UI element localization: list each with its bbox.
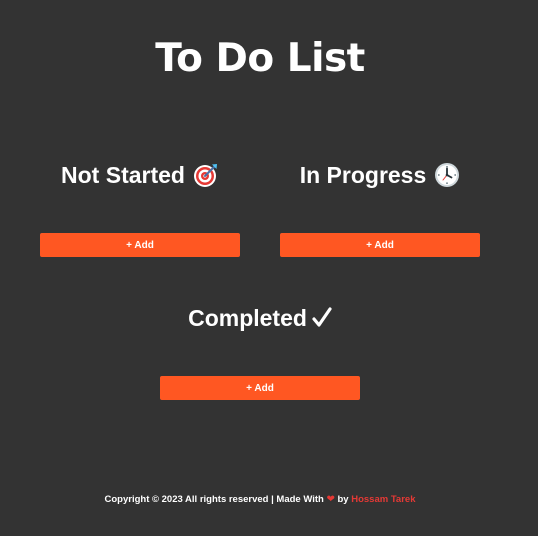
footer-by: by xyxy=(337,494,349,505)
footer-copyright: Copyright © 2023 All rights reserved | M… xyxy=(104,494,324,505)
column-heading-in-progress: In Progress xyxy=(280,158,480,192)
column-completed: Completed + Add xyxy=(160,301,360,400)
column-heading-completed: Completed xyxy=(160,301,360,335)
heart-icon: ❤ xyxy=(326,494,335,505)
checkmark-icon xyxy=(312,306,332,330)
add-button-in-progress[interactable]: + Add xyxy=(280,233,480,257)
add-button-not-started[interactable]: + Add xyxy=(40,233,240,257)
dart-target-icon xyxy=(193,162,219,188)
author-link[interactable]: Hossam Tarek xyxy=(351,494,415,505)
page-title: To Do List xyxy=(155,36,365,81)
add-button-completed[interactable]: + Add xyxy=(160,376,360,400)
clock-icon xyxy=(434,162,460,188)
column-title-in-progress: In Progress xyxy=(299,161,427,188)
footer: Copyright © 2023 All rights reserved | M… xyxy=(0,494,520,505)
column-not-started: Not Started + Add xyxy=(40,158,240,257)
column-heading-not-started: Not Started xyxy=(40,158,240,192)
column-title-completed: Completed xyxy=(188,304,307,331)
column-in-progress: In Progress + Add xyxy=(280,158,480,257)
column-title-not-started: Not Started xyxy=(61,161,185,188)
